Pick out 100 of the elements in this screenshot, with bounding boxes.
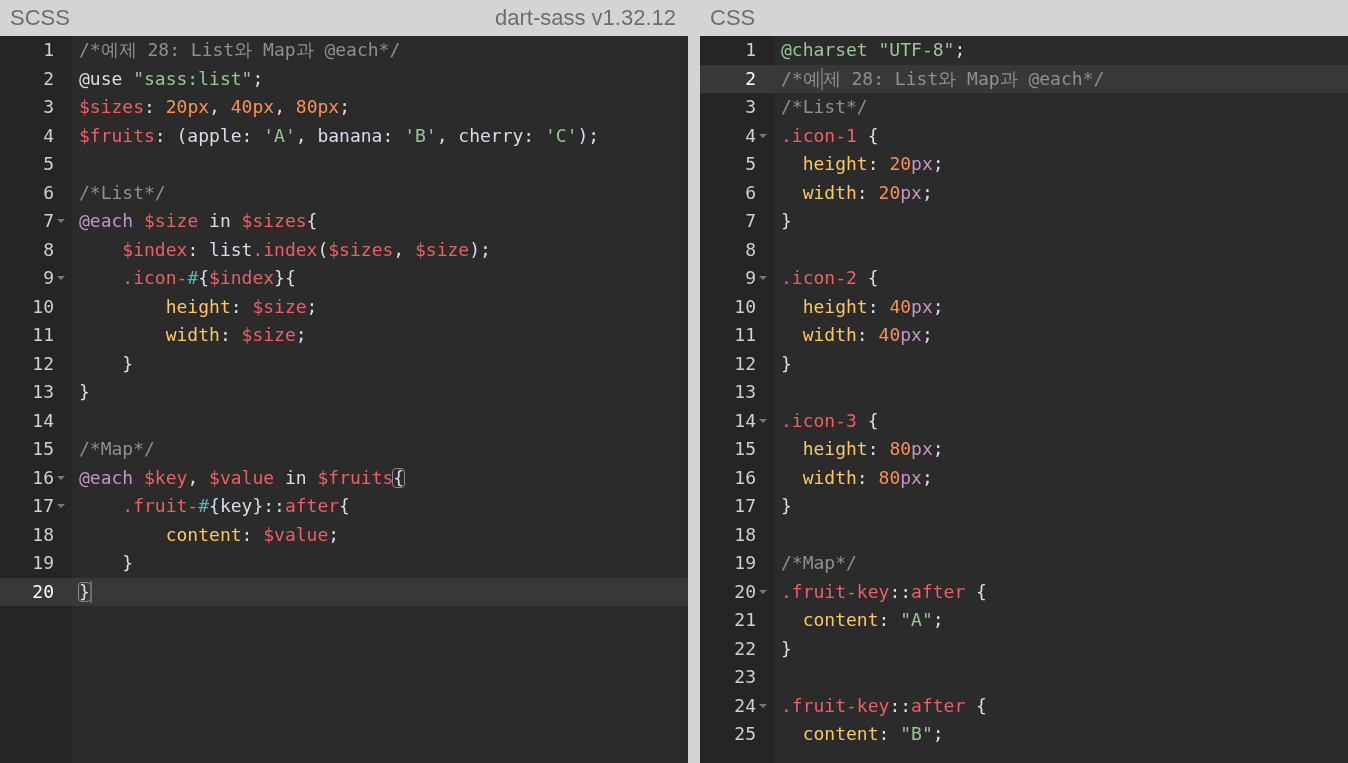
text-cursor <box>820 67 823 90</box>
fold-arrow-icon[interactable] <box>56 474 66 481</box>
code-token: @charset "UTF-8" <box>781 41 955 60</box>
line-number: 17 <box>32 497 54 516</box>
code-token: 'C' <box>545 126 578 145</box>
code-token: .fruit- <box>121 497 199 516</box>
code-token: @each <box>79 468 135 487</box>
code-token: ); <box>577 126 600 145</box>
code-token: /*List*/ <box>79 183 166 202</box>
code-token: .icon-3 <box>781 411 857 430</box>
line-number: 5 <box>745 155 756 174</box>
code-token: px <box>911 297 933 316</box>
line-number: 1 <box>43 41 54 60</box>
code-token: 20 <box>878 183 901 202</box>
code-token: :: <box>889 582 912 601</box>
line-number: 23 <box>734 668 756 687</box>
code-token: px <box>900 326 922 345</box>
code-token: height <box>801 440 868 459</box>
code-token: $fruits <box>79 126 155 145</box>
code-token: @each <box>79 212 135 231</box>
code-token: "sass:list" <box>133 69 253 88</box>
code-token: ); <box>469 240 491 259</box>
text-cursor <box>89 580 92 603</box>
code-token: 20px <box>165 98 210 117</box>
fold-arrow-icon[interactable] <box>758 702 768 709</box>
code-token: ; <box>921 183 933 202</box>
code-token: "B" <box>900 725 933 744</box>
fold-arrow-icon[interactable] <box>56 275 66 282</box>
code-token: 20 <box>889 155 912 174</box>
code-token: : <box>230 297 243 316</box>
code-token: .icon- <box>121 269 188 288</box>
code-token: $value <box>263 525 329 544</box>
code-token: } <box>781 497 792 516</box>
line-number: 2 <box>745 69 756 88</box>
fold-arrow-icon[interactable] <box>758 588 768 595</box>
line-number: 11 <box>32 326 54 345</box>
line-number: 14 <box>32 411 54 430</box>
code-token: $index <box>121 240 188 259</box>
fold-arrow-icon[interactable] <box>758 132 768 139</box>
line-number: 7 <box>745 212 756 231</box>
code-token: /*예 <box>781 69 821 88</box>
code-token: :: <box>889 696 912 715</box>
line-number: 16 <box>734 468 756 487</box>
code-token: ; <box>932 440 944 459</box>
code-token: 40 <box>889 297 912 316</box>
code-token: 제 28: List와 Map과 @each*/ <box>822 69 1105 88</box>
line-number: 2 <box>43 69 54 88</box>
code-token: $sizes <box>79 98 145 117</box>
panel-title: SCSS <box>10 5 70 31</box>
code-token: : <box>867 297 880 316</box>
code-token: : <box>856 183 869 202</box>
code-token: # <box>187 269 199 288</box>
fold-arrow-icon[interactable] <box>56 503 66 510</box>
code-token: ; <box>339 98 350 117</box>
code-token: { <box>393 468 405 487</box>
code-token: 80 <box>878 468 901 487</box>
line-number: 13 <box>734 383 756 402</box>
code-token: { <box>198 269 210 288</box>
code-token: in <box>283 468 308 487</box>
line-number: 21 <box>734 611 756 630</box>
code-token: : <box>219 326 232 345</box>
code-token: content <box>164 525 242 544</box>
code-token: $size <box>415 240 470 259</box>
compiler-version[interactable]: dart-sass v1.32.12 <box>495 5 676 31</box>
code-token: in <box>208 212 232 231</box>
code-token: } <box>121 554 134 573</box>
code-token: content <box>801 611 879 630</box>
line-number: 20 <box>734 582 756 601</box>
code-token: width <box>801 326 857 345</box>
line-number: 6 <box>43 183 54 202</box>
code-token: ( <box>317 240 329 259</box>
code-token: px <box>911 155 933 174</box>
line-number: 15 <box>32 440 54 459</box>
code-token: $index <box>209 269 275 288</box>
fold-arrow-icon[interactable] <box>56 218 66 225</box>
line-number: 9 <box>43 269 54 288</box>
code-token: after <box>284 497 340 516</box>
code-token: : <box>856 468 869 487</box>
code-token: { <box>866 126 879 145</box>
line-number: 10 <box>734 297 756 316</box>
line-number: 4 <box>745 126 756 145</box>
code-token: : <box>867 440 880 459</box>
fold-arrow-icon[interactable] <box>758 275 768 282</box>
code-token: /*List*/ <box>781 98 868 117</box>
fold-arrow-icon[interactable] <box>758 417 768 424</box>
code-token: , <box>187 468 200 487</box>
code-token: { <box>339 497 350 516</box>
line-number: 8 <box>745 240 756 259</box>
code-token: ; <box>295 326 307 345</box>
code-token: { <box>866 269 879 288</box>
code-token: 40 <box>878 326 901 345</box>
code-token: { <box>975 696 987 715</box>
line-number: 8 <box>43 240 54 259</box>
code-token: , cherry: <box>436 126 536 145</box>
code-token: $key <box>144 468 188 487</box>
code-token: : <box>144 98 156 117</box>
code-token: 'A' <box>263 126 296 145</box>
code-token: : <box>878 611 891 630</box>
code-token: } <box>121 354 134 373</box>
code-token: }{ <box>274 269 296 288</box>
